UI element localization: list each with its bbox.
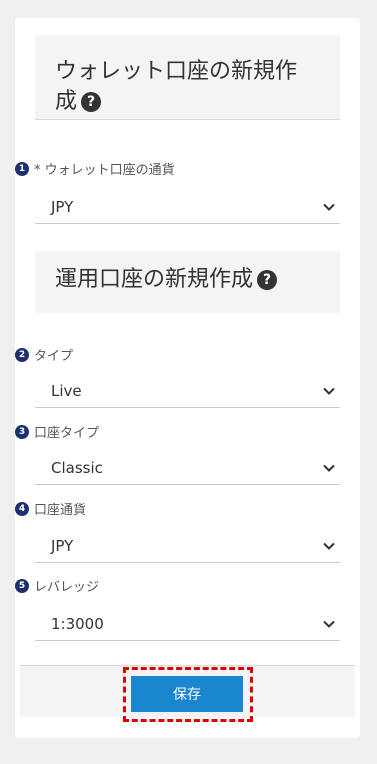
save-button[interactable]: 保存 bbox=[131, 676, 243, 712]
step-badge: 4 bbox=[15, 501, 29, 516]
chevron-down-icon bbox=[320, 615, 338, 633]
wallet-currency-label: 1 * ウォレット口座の通貨 bbox=[15, 159, 175, 178]
account-type-select[interactable]: Classic bbox=[35, 452, 340, 485]
account-currency-select[interactable]: JPY bbox=[35, 530, 340, 563]
account-form-card: ウォレット口座の新規作 成? 1 * ウォレット口座の通貨 JPY 運用口座の新… bbox=[15, 18, 360, 738]
wallet-currency-select[interactable]: JPY bbox=[35, 191, 340, 224]
type-label: 2 タイプ bbox=[15, 345, 73, 364]
chevron-down-icon bbox=[320, 382, 338, 400]
account-type-label: 3 口座タイプ bbox=[15, 422, 99, 441]
step-badge: 3 bbox=[15, 424, 29, 439]
trading-section-header: 運用口座の新規作成? bbox=[35, 251, 340, 313]
wallet-section-title: ウォレット口座の新規作 成? bbox=[55, 59, 298, 114]
trading-section-title: 運用口座の新規作成? bbox=[55, 265, 340, 295]
type-select[interactable]: Live bbox=[35, 375, 340, 408]
question-circle-icon[interactable]: ? bbox=[257, 270, 278, 290]
step-badge: 5 bbox=[15, 578, 29, 593]
step-badge: 2 bbox=[15, 347, 29, 362]
chevron-down-icon bbox=[320, 198, 338, 216]
leverage-select[interactable]: 1:3000 bbox=[35, 608, 340, 641]
leverage-label: 5 レバレッジ bbox=[15, 576, 99, 595]
step-badge: 1 bbox=[15, 161, 29, 176]
chevron-down-icon bbox=[320, 537, 338, 555]
account-currency-label: 4 口座通貨 bbox=[15, 499, 86, 518]
question-circle-icon[interactable]: ? bbox=[81, 92, 102, 112]
chevron-down-icon bbox=[320, 459, 338, 477]
wallet-section-header: ウォレット口座の新規作 成? bbox=[35, 35, 340, 120]
